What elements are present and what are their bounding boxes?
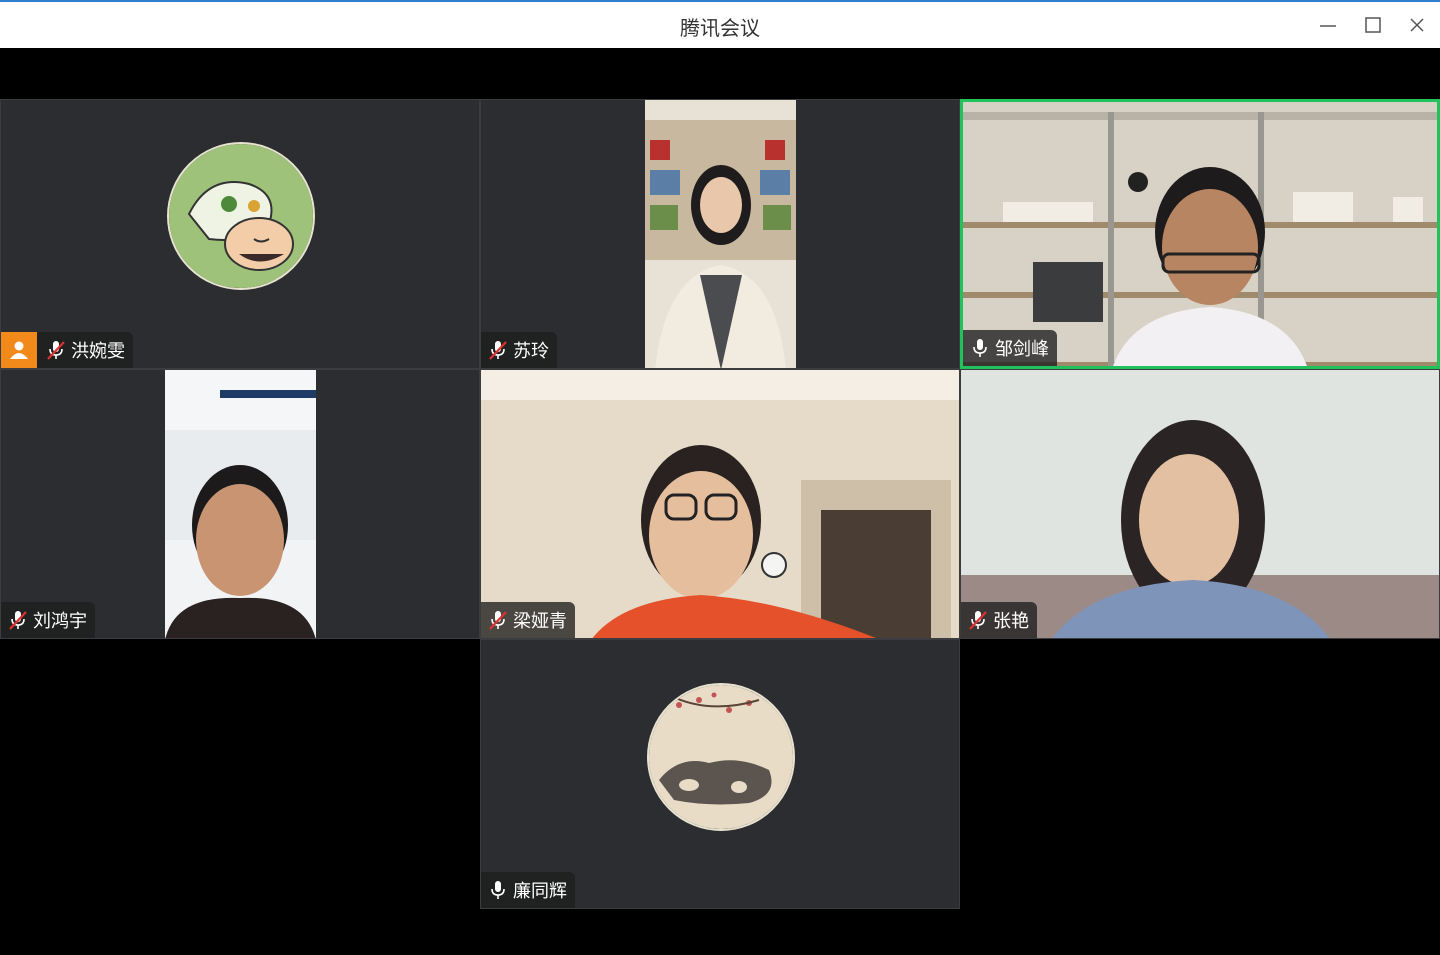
participant-nameplate: 刘鸿宇 bbox=[1, 602, 95, 638]
maximize-icon[interactable] bbox=[1358, 10, 1388, 40]
participant-avatar bbox=[647, 683, 795, 831]
participant-name: 廉同辉 bbox=[513, 881, 567, 902]
participant-tile[interactable]: 刘鸿宇 bbox=[0, 369, 480, 639]
participant-nameplate: 洪婉雯 bbox=[1, 332, 133, 368]
participant-nameplate: 梁娅青 bbox=[481, 602, 575, 638]
participant-name: 苏玲 bbox=[513, 341, 549, 362]
mic-muted-icon bbox=[47, 341, 65, 360]
participant-name: 邹剑峰 bbox=[995, 339, 1049, 360]
participant-name: 刘鸿宇 bbox=[33, 611, 87, 632]
participant-tile[interactable]: 张艳 bbox=[960, 369, 1440, 639]
participant-nameplate: 廉同辉 bbox=[481, 872, 575, 908]
participant-video bbox=[481, 370, 959, 638]
mic-on-icon bbox=[491, 881, 505, 899]
participant-video bbox=[961, 370, 1439, 638]
meeting-stage: 洪婉雯 苏玲 邹剑峰 刘鸿宇 梁娅青 张艳 廉同辉 bbox=[0, 48, 1440, 955]
minimize-icon[interactable] bbox=[1313, 10, 1343, 40]
participant-name: 梁娅青 bbox=[513, 611, 567, 632]
participant-name: 洪婉雯 bbox=[71, 341, 125, 362]
participant-tile[interactable]: 廉同辉 bbox=[480, 639, 960, 909]
window-title: 腾讯会议 bbox=[680, 16, 760, 40]
participant-tile[interactable]: 苏玲 bbox=[480, 99, 960, 369]
participant-video bbox=[165, 370, 316, 638]
title-bar: 腾讯会议 bbox=[0, 0, 1440, 48]
mic-on-icon bbox=[973, 339, 987, 357]
participant-name: 张艳 bbox=[993, 611, 1029, 632]
participant-video bbox=[963, 102, 1437, 366]
mic-muted-icon bbox=[489, 611, 507, 630]
participant-video bbox=[645, 100, 796, 368]
mic-muted-icon bbox=[489, 341, 507, 360]
participant-nameplate: 苏玲 bbox=[481, 332, 557, 368]
participant-tile[interactable]: 梁娅青 bbox=[480, 369, 960, 639]
participant-tile[interactable]: 洪婉雯 bbox=[0, 99, 480, 369]
participant-tile-active-speaker[interactable]: 邹剑峰 bbox=[960, 99, 1440, 369]
participant-nameplate: 张艳 bbox=[961, 602, 1037, 638]
mic-muted-icon bbox=[9, 611, 27, 630]
mic-muted-icon bbox=[969, 611, 987, 630]
participant-avatar bbox=[167, 142, 315, 290]
close-icon[interactable] bbox=[1402, 10, 1432, 40]
participant-nameplate: 邹剑峰 bbox=[963, 330, 1057, 366]
host-badge-icon bbox=[1, 332, 37, 368]
